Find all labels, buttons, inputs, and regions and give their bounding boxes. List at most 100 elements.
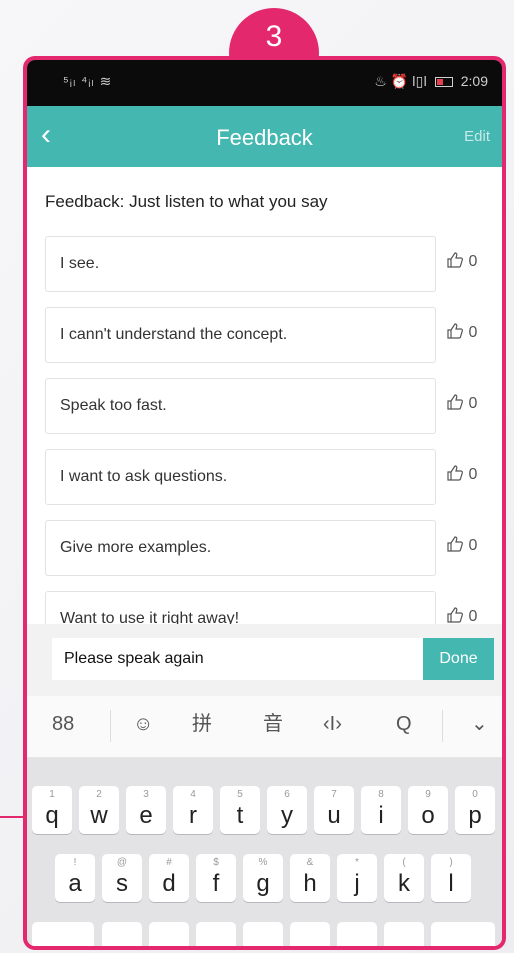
pinyin-button[interactable]: 拼 [192,712,212,736]
key-m[interactable] [384,922,424,946]
thumbs-up-icon [447,394,463,410]
key-hint: $ [213,857,219,868]
like-count: 0 [468,537,478,554]
feedback-text[interactable]: Want to use it right away! [45,591,436,624]
key-k[interactable]: (k [384,854,424,902]
feedback-text[interactable]: Speak too fast. [45,378,436,434]
key-backspace[interactable] [431,922,495,946]
key-hint: 7 [331,789,337,800]
battery-icon [434,77,453,88]
thumbs-up-icon [447,323,463,339]
toolbar-divider [442,710,443,742]
like-count: 0 [468,324,478,341]
step-number: 3 [265,20,283,53]
key-b[interactable] [290,922,330,946]
tutorial-page: 3 ⁵ᵢₗ ⁴ᵢₗ ≋ ♨ ⏰ ǀ▯ǀ 2:09 ‹ Feedback Edit… [0,0,514,953]
search-icon[interactable]: Q [396,712,412,736]
like-button[interactable]: 0 [446,393,477,413]
key-letter: w [90,802,108,829]
key-l[interactable]: ) l [431,854,471,902]
like-button[interactable]: 0 [446,464,477,484]
key-d[interactable]: # d [149,854,189,902]
key-w[interactable]: 2w [79,786,119,834]
key-hint: 3 [143,789,149,800]
feedback-item: I see. 0 [45,236,495,307]
cursor-move-icon[interactable]: ‹I› [323,712,342,736]
key-hint: @ [116,857,128,868]
feedback-input[interactable]: Please speak again [52,638,424,680]
key-y[interactable]: 6y [267,786,307,834]
like-button[interactable]: 0 [446,606,477,624]
key-letter: j [354,870,360,897]
callout-connector-line [0,816,24,818]
key-letter: h [303,870,317,897]
phone-screen: ⁵ᵢₗ ⁴ᵢₗ ≋ ♨ ⏰ ǀ▯ǀ 2:09 ‹ Feedback Edit F… [23,56,506,950]
key-hint: 6 [284,789,290,800]
keyboard: 1q 2w 3e 4r 5t 6y 7u 8i 9o 0p ! a @ s # d $… [27,758,502,946]
key-letter: a [68,870,82,897]
key-o[interactable]: 9o [408,786,448,834]
feedback-text[interactable]: I cann't understand the concept. [45,307,436,363]
key-p[interactable]: 0p [455,786,495,834]
feedback-item: Want to use it right away! 0 [45,591,495,624]
status-right: ♨ ⏰ ǀ▯ǀ 2:09 [374,73,488,90]
edit-button[interactable]: Edit [464,128,490,145]
key-i[interactable]: 8i [361,786,401,834]
like-button[interactable]: 0 [446,322,477,342]
key-e[interactable]: 3e [126,786,166,834]
key-n[interactable] [337,922,377,946]
feedback-text[interactable]: Give more examples. [45,520,436,576]
done-button[interactable]: Done [423,638,494,680]
key-v[interactable] [243,922,283,946]
grid-menu-icon[interactable]: 88 [52,712,74,736]
key-c[interactable] [196,922,236,946]
key-j[interactable]: * j [337,854,377,902]
key-s[interactable]: @ s [102,854,142,902]
key-letter: k [398,870,410,897]
thumbs-up-icon [447,536,463,552]
key-f[interactable]: $ f [196,854,236,902]
key-hint: 9 [425,789,431,800]
key-z[interactable] [102,922,142,946]
key-t[interactable]: 5t [220,786,260,834]
app-header: ‹ Feedback Edit [27,106,502,167]
key-hint: 2 [96,789,102,800]
key-r[interactable]: 4r [173,786,213,834]
key-letter: e [139,802,153,829]
key-letter: t [236,802,244,829]
key-hint: # [166,857,172,868]
key-letter: u [327,802,341,829]
key-a[interactable]: ! a [55,854,95,902]
key-hint: 4 [190,789,196,800]
key-u[interactable]: 7u [314,786,354,834]
status-bar: ⁵ᵢₗ ⁴ᵢₗ ≋ ♨ ⏰ ǀ▯ǀ 2:09 [27,60,502,106]
thumbs-up-icon [447,607,463,623]
feedback-text[interactable]: I see. [45,236,436,292]
emoji-icon[interactable]: ☺ [133,712,153,736]
key-hint: ) [449,857,453,868]
key-q[interactable]: 1q [32,786,72,834]
like-count: 0 [468,253,478,270]
feedback-item: I cann't understand the concept. 0 [45,307,495,378]
key-shift[interactable] [32,922,94,946]
key-letter: p [468,802,482,829]
key-g[interactable]: % g [243,854,283,902]
key-letter: o [421,802,435,829]
page-title: Feedback [216,125,313,150]
like-button[interactable]: 0 [446,251,477,271]
input-bar: Please speak again Done [27,624,502,696]
feedback-text[interactable]: I want to ask questions. [45,449,436,505]
toolbar-divider [110,710,111,742]
feedback-item: Give more examples. 0 [45,520,495,591]
key-h[interactable]: & h [290,854,330,902]
key-hint: 0 [472,789,478,800]
feedback-list[interactable]: I see. 0 I cann't understand the concept… [45,236,495,624]
chevron-down-icon[interactable]: ⌄ [471,712,488,736]
status-indicator-icons: ♨ ⏰ ǀ▯ǀ [374,73,427,89]
voice-input-button[interactable]: 音 [263,712,283,736]
key-letter: r [189,802,197,829]
key-hint: 8 [378,789,384,800]
like-button[interactable]: 0 [446,535,477,555]
key-x[interactable] [149,922,189,946]
key-letter: g [256,870,270,897]
